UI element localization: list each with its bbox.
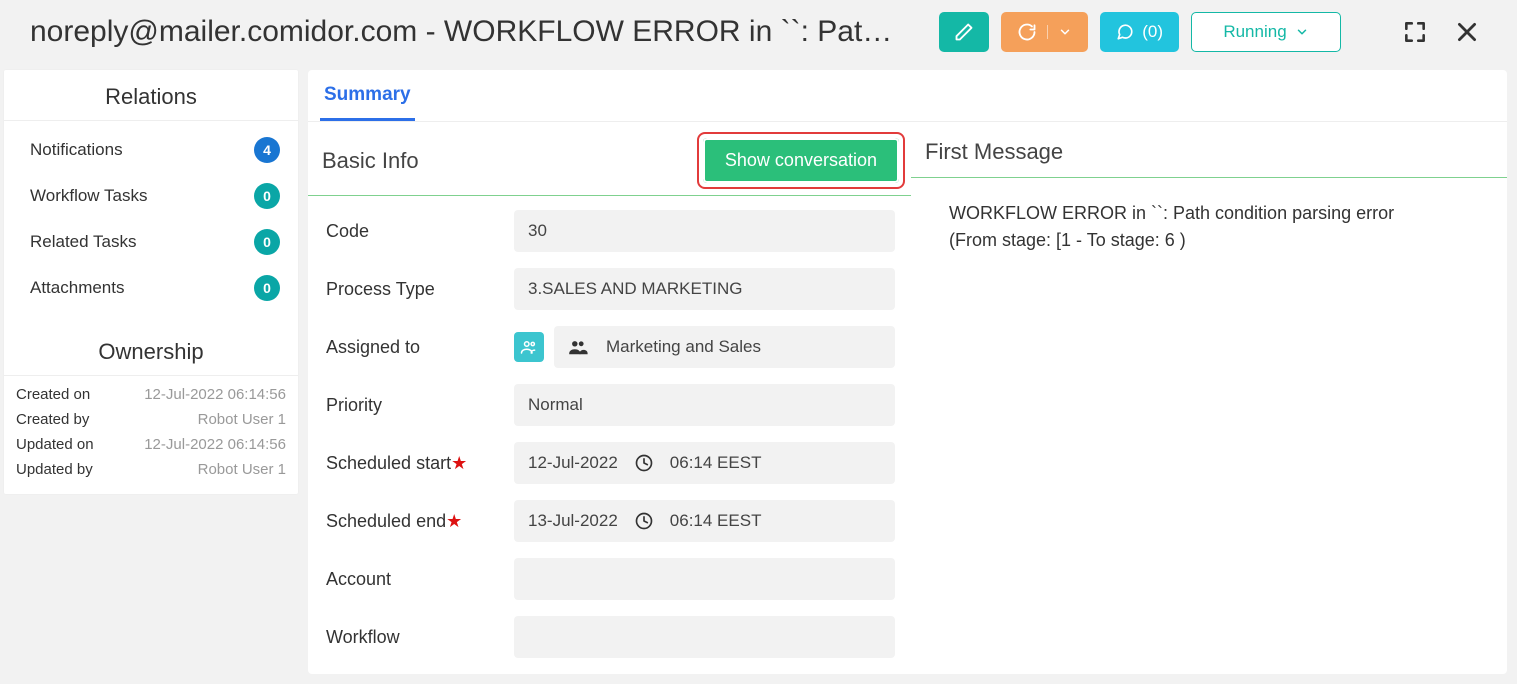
- fullscreen-icon: [1402, 19, 1428, 45]
- chevron-down-icon: [1047, 25, 1072, 39]
- pencil-icon: [954, 22, 974, 42]
- updated-on-value: 12-Jul-2022 06:14:56: [144, 436, 286, 453]
- header-actions: (0) Running: [939, 12, 1487, 52]
- chevron-down-icon: [1295, 25, 1309, 39]
- fullscreen-button[interactable]: [1395, 12, 1435, 52]
- comments-button[interactable]: (0): [1100, 12, 1179, 52]
- workflow-label: Workflow: [326, 627, 504, 648]
- clock-icon: [634, 511, 654, 531]
- first-message-column: First Message WORKFLOW ERROR in ``: Path…: [911, 122, 1507, 674]
- assignee-icon[interactable]: [514, 332, 544, 362]
- assigned-to-field[interactable]: Marketing and Sales: [554, 326, 895, 368]
- first-message-title: First Message: [925, 139, 1063, 165]
- created-on-value: 12-Jul-2022 06:14:56: [144, 386, 286, 403]
- count-badge: 0: [254, 229, 280, 255]
- comments-count: (0): [1142, 22, 1163, 42]
- refresh-dropdown-button[interactable]: [1001, 12, 1088, 52]
- status-dropdown[interactable]: Running: [1191, 12, 1341, 52]
- code-field[interactable]: 30: [514, 210, 895, 252]
- count-badge: 4: [254, 137, 280, 163]
- scheduled-start-label: Scheduled start★: [326, 453, 504, 474]
- workflow-field[interactable]: [514, 616, 895, 658]
- sidebar-item-label: Related Tasks: [30, 232, 136, 252]
- account-field[interactable]: [514, 558, 895, 600]
- process-type-label: Process Type: [326, 279, 504, 300]
- close-button[interactable]: [1447, 12, 1487, 52]
- sidebar-item-workflow-tasks[interactable]: Workflow Tasks 0: [4, 173, 298, 219]
- edit-button[interactable]: [939, 12, 989, 52]
- scheduled-end-label: Scheduled end★: [326, 511, 504, 532]
- tab-summary[interactable]: Summary: [320, 70, 415, 121]
- process-type-field[interactable]: 3.SALES AND MARKETING: [514, 268, 895, 310]
- created-by-label: Created by: [16, 411, 144, 428]
- basic-info-header: Basic Info Show conversation: [308, 122, 911, 196]
- sidebar-item-label: Workflow Tasks: [30, 186, 147, 206]
- created-on-label: Created on: [16, 386, 144, 403]
- scheduled-start-field[interactable]: 12-Jul-2022 06:14 EEST: [514, 442, 895, 484]
- sidebar-item-label: Attachments: [30, 278, 125, 298]
- refresh-icon: [1017, 22, 1037, 42]
- status-label: Running: [1223, 22, 1286, 42]
- count-badge: 0: [254, 183, 280, 209]
- group-icon: [568, 339, 588, 355]
- updated-by-label: Updated by: [16, 461, 144, 478]
- sidebar-item-label: Notifications: [30, 140, 123, 160]
- content-grid: Basic Info Show conversation Code 30 Pro…: [308, 122, 1507, 674]
- comment-icon: [1116, 23, 1134, 41]
- relations-title: Relations: [4, 70, 298, 120]
- basic-info-form: Code 30 Process Type 3.SALES AND MARKETI…: [308, 196, 911, 658]
- assigned-to-label: Assigned to: [326, 337, 504, 358]
- count-badge: 0: [254, 275, 280, 301]
- priority-field[interactable]: Normal: [514, 384, 895, 426]
- updated-on-label: Updated on: [16, 436, 144, 453]
- main-panel: Summary Basic Info Show conversation Cod…: [308, 70, 1507, 674]
- priority-label: Priority: [326, 395, 504, 416]
- basic-info-title: Basic Info: [322, 148, 419, 174]
- first-message-body: WORKFLOW ERROR in ``: Path condition par…: [911, 178, 1471, 276]
- show-conversation-button[interactable]: Show conversation: [703, 138, 899, 183]
- sidebar-item-notifications[interactable]: Notifications 4: [4, 127, 298, 173]
- clock-icon: [634, 453, 654, 473]
- tabs: Summary: [308, 70, 1507, 122]
- account-label: Account: [326, 569, 504, 590]
- show-conversation-highlight: Show conversation: [697, 132, 905, 189]
- basic-info-column: Basic Info Show conversation Code 30 Pro…: [308, 122, 911, 674]
- sidebar-item-attachments[interactable]: Attachments 0: [4, 265, 298, 311]
- updated-by-value: Robot User 1: [144, 461, 286, 478]
- close-icon: [1454, 19, 1480, 45]
- page-header: noreply@mailer.comidor.com - WORKFLOW ER…: [0, 0, 1517, 64]
- ownership-grid: Created on 12-Jul-2022 06:14:56 Created …: [4, 376, 298, 494]
- ownership-title: Ownership: [4, 325, 298, 375]
- created-by-value: Robot User 1: [144, 411, 286, 428]
- sidebar: Relations Notifications 4 Workflow Tasks…: [4, 70, 298, 494]
- relations-list: Notifications 4 Workflow Tasks 0 Related…: [4, 121, 298, 325]
- sidebar-item-related-tasks[interactable]: Related Tasks 0: [4, 219, 298, 265]
- code-label: Code: [326, 221, 504, 242]
- first-message-header: First Message: [911, 122, 1507, 178]
- scheduled-end-field[interactable]: 13-Jul-2022 06:14 EEST: [514, 500, 895, 542]
- page-title: noreply@mailer.comidor.com - WORKFLOW ER…: [30, 15, 900, 49]
